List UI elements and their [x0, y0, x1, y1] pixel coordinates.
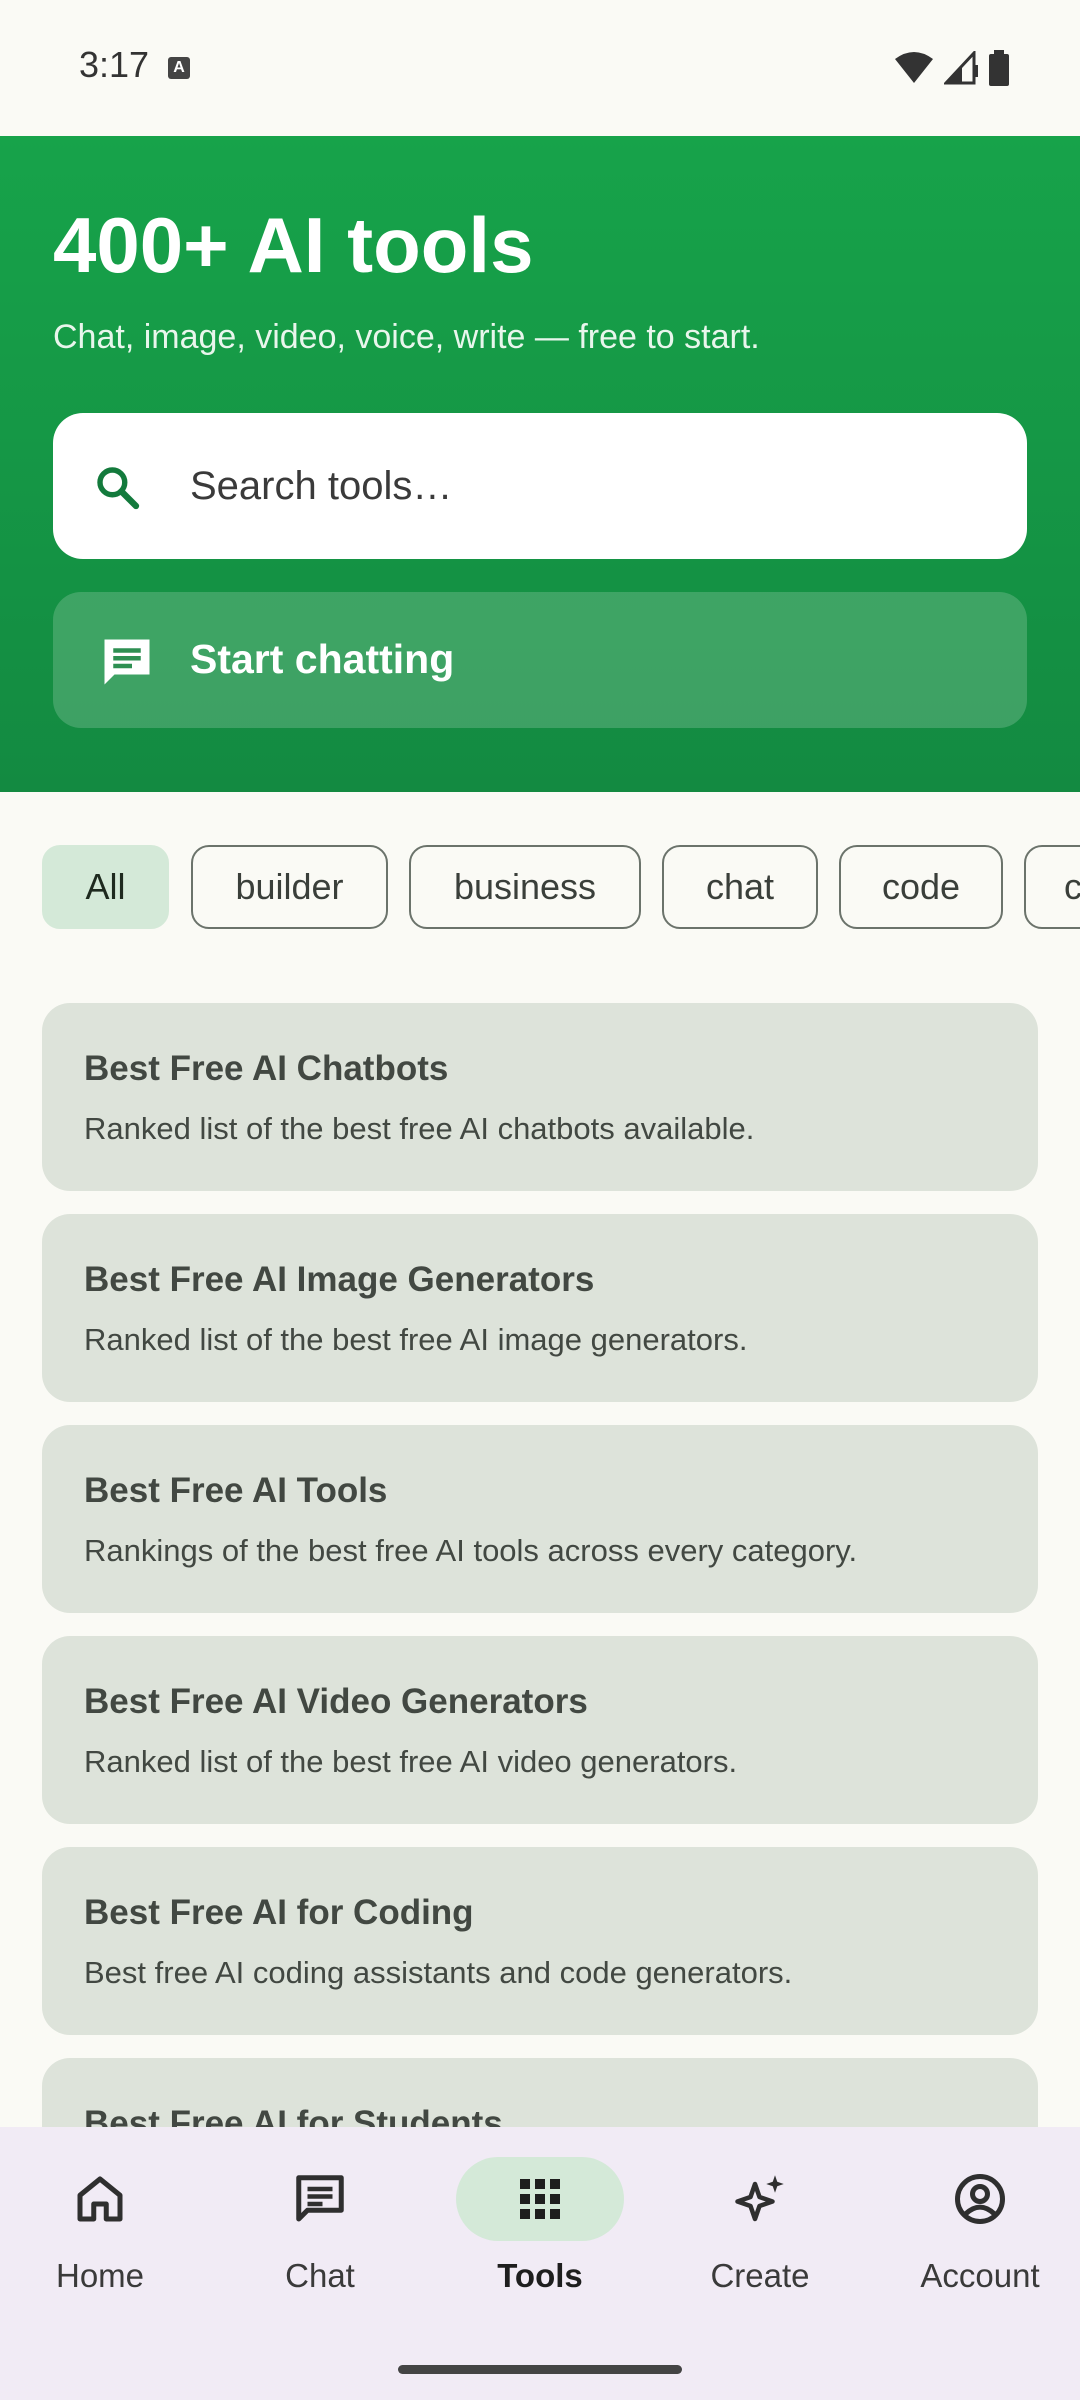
- start-chatting-label: Start chatting: [190, 636, 455, 682]
- grid-icon: [520, 2179, 560, 2219]
- list-item[interactable]: Best Free AI Tools Rankings of the best …: [42, 1425, 1038, 1613]
- nav-create[interactable]: Create: [660, 2157, 860, 2307]
- card-description: Best free AI coding assistants and code …: [84, 1955, 793, 1990]
- nav-home[interactable]: Home: [0, 2157, 200, 2307]
- search-bar[interactable]: [53, 413, 1027, 559]
- home-icon: [77, 2176, 123, 2222]
- category-chips: All builder business chat code c: [0, 845, 1080, 929]
- chip-code[interactable]: code: [839, 845, 1003, 929]
- nav-label: Home: [55, 2257, 145, 2294]
- gesture-home-bar[interactable]: [398, 2365, 682, 2374]
- list-item[interactable]: Best Free AI Chatbots Ranked list of the…: [42, 1003, 1038, 1191]
- chip-builder[interactable]: builder: [191, 845, 388, 929]
- search-input[interactable]: [190, 413, 990, 559]
- card-title: Best Free AI Video Generators: [84, 1682, 588, 1721]
- list-item[interactable]: Best Free AI for Coding Best free AI cod…: [42, 1847, 1038, 2035]
- tool-list: Best Free AI Chatbots Ranked list of the…: [42, 1003, 1038, 2127]
- sparkle-icon: [735, 2175, 784, 2222]
- page-title: 400+ AI tools: [53, 201, 534, 289]
- card-title: Best Free AI Chatbots: [84, 1049, 449, 1088]
- search-icon: [97, 467, 140, 510]
- signal-icon: [944, 51, 978, 85]
- chip-business[interactable]: business: [409, 845, 641, 929]
- wifi-icon: [895, 52, 933, 83]
- status-time: 3:17: [79, 44, 150, 85]
- card-description: Ranked list of the best free AI chatbots…: [84, 1111, 755, 1146]
- bottom-navigation: Home Chat Tools Create Account: [0, 2127, 1080, 2400]
- chat-bubble-icon: [104, 639, 150, 685]
- nav-account[interactable]: Account: [880, 2157, 1080, 2307]
- nav-label: Account: [920, 2257, 1040, 2294]
- notification-a-icon: A: [168, 57, 190, 79]
- account-icon: [955, 2174, 1005, 2224]
- page-subtitle: Chat, image, video, voice, write — free …: [53, 318, 760, 356]
- card-description: Ranked list of the best free AI image ge…: [84, 1322, 748, 1357]
- card-description: Rankings of the best free AI tools acros…: [84, 1533, 858, 1568]
- card-description: Ranked list of the best free AI video ge…: [84, 1744, 738, 1779]
- hero-section: 400+ AI tools Chat, image, video, voice,…: [0, 136, 1080, 792]
- status-bar: 3:17 A: [0, 0, 1080, 136]
- card-title: Best Free AI for Students: [84, 2104, 503, 2127]
- chip-partial[interactable]: c: [1024, 845, 1080, 929]
- chip-all[interactable]: All: [42, 845, 169, 929]
- nav-label: Tools: [497, 2257, 583, 2294]
- nav-tools[interactable]: Tools: [440, 2157, 640, 2307]
- list-item[interactable]: Best Free AI Image Generators Ranked lis…: [42, 1214, 1038, 1402]
- chip-chat[interactable]: chat: [662, 845, 818, 929]
- status-icons: [894, 50, 1010, 86]
- chat-icon: [296, 2175, 344, 2222]
- list-item[interactable]: Best Free AI for Students: [42, 2058, 1038, 2127]
- start-chatting-button[interactable]: Start chatting: [53, 592, 1027, 728]
- list-item[interactable]: Best Free AI Video Generators Ranked lis…: [42, 1636, 1038, 1824]
- nav-label: Chat: [285, 2257, 355, 2294]
- nav-chat[interactable]: Chat: [220, 2157, 420, 2307]
- card-title: Best Free AI for Coding: [84, 1893, 474, 1932]
- card-title: Best Free AI Tools: [84, 1471, 388, 1510]
- card-title: Best Free AI Image Generators: [84, 1260, 595, 1299]
- battery-icon: [989, 50, 1009, 86]
- nav-label: Create: [710, 2257, 810, 2294]
